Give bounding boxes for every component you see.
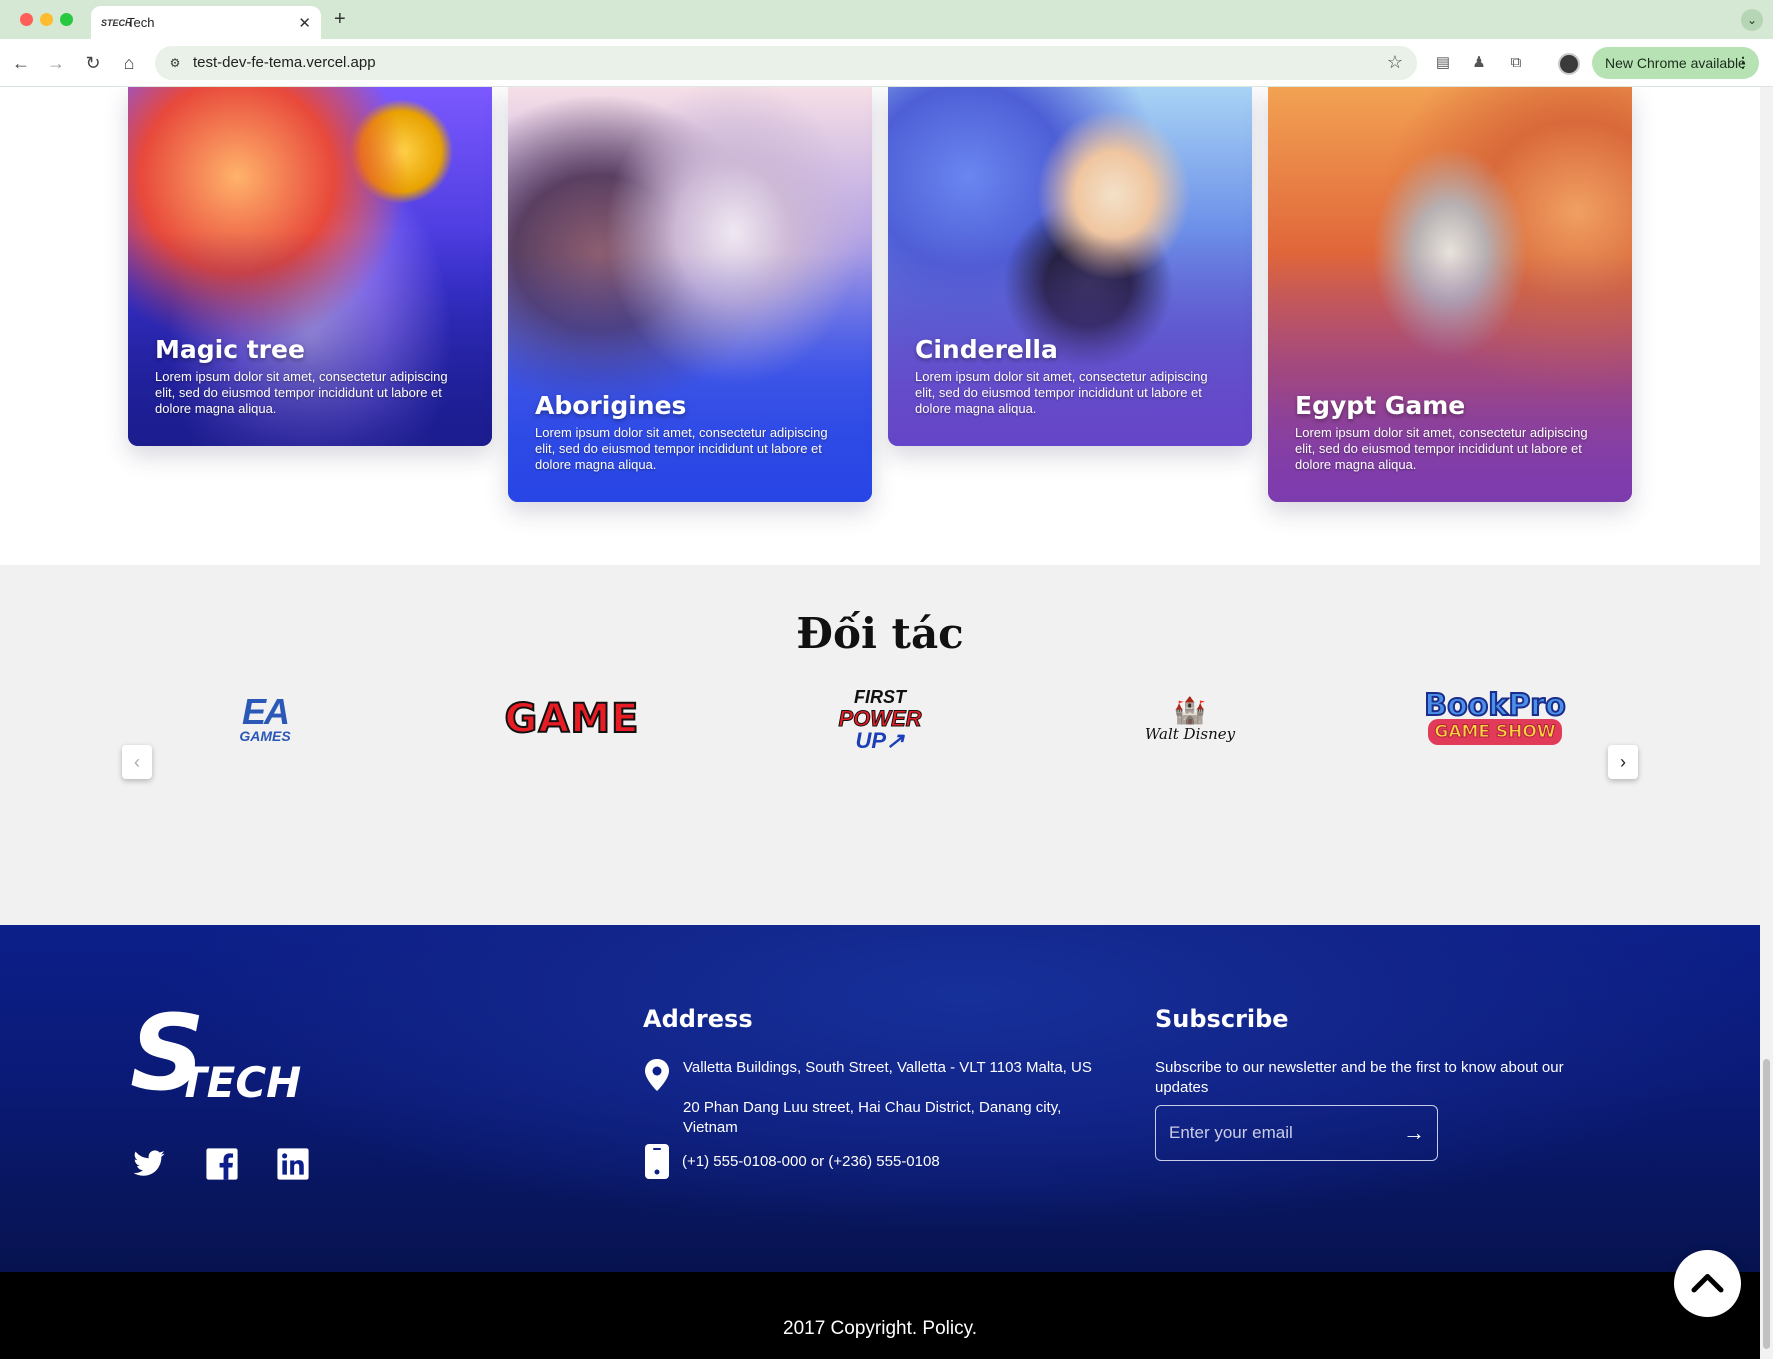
close-window-button[interactable] <box>20 13 33 26</box>
bookmark-star-icon[interactable]: ☆ <box>1387 52 1403 73</box>
browser-toolbar: ← → ↻ ⌂ ⚙ test-dev-fe-tema.vercel.app ☆ … <box>0 39 1773 87</box>
new-tab-button[interactable]: + <box>334 8 346 31</box>
address-heading: Address <box>643 1005 753 1033</box>
chrome-update-button[interactable]: New Chrome available ⋮ <box>1592 47 1759 79</box>
maximize-window-button[interactable] <box>60 13 73 26</box>
logo-text: GAMES <box>239 728 291 744</box>
game-card-title: Cinderella <box>915 335 1058 364</box>
phone-icon <box>645 1144 669 1179</box>
game-logo[interactable]: GAME <box>482 679 662 759</box>
location-pin-icon <box>645 1059 669 1091</box>
games-section: Magic tree Lorem ipsum dolor sit amet, c… <box>0 87 1760 565</box>
first-power-up-logo[interactable]: FIRST POWER UP↗ <box>830 679 930 759</box>
tab-title: Tech <box>127 15 155 30</box>
extension-figure-icon[interactable]: ♟ <box>1468 52 1490 74</box>
game-card[interactable]: Cinderella Lorem ipsum dolor sit amet, c… <box>888 87 1252 446</box>
tab-favicon-icon: STECH <box>101 17 132 28</box>
twitter-icon[interactable] <box>132 1147 166 1181</box>
extension-icon[interactable]: ▤ <box>1432 52 1454 74</box>
address-line-1: Valletta Buildings, South Street, Vallet… <box>683 1059 1092 1076</box>
copyright-bar <box>0 1272 1760 1359</box>
logo-text: FIRST <box>854 687 906 707</box>
game-card[interactable]: Aborigines Lorem ipsum dolor sit amet, c… <box>508 87 872 502</box>
subscribe-description: Subscribe to our newsletter and be the f… <box>1155 1059 1564 1096</box>
scroll-to-top-button[interactable] <box>1674 1250 1741 1317</box>
reload-icon[interactable]: ↻ <box>81 51 105 75</box>
page-viewport: Magic tree Lorem ipsum dolor sit amet, c… <box>0 87 1773 1359</box>
logo-text: EA <box>241 691 290 732</box>
game-card-title: Aborigines <box>535 391 687 420</box>
partners-section: Đối tác EA GAMES GAME FIRST POWER UP↗ 🏰 … <box>0 565 1760 925</box>
chrome-update-label: New Chrome available <box>1605 55 1746 71</box>
address-bar[interactable]: ⚙ test-dev-fe-tema.vercel.app ☆ <box>155 46 1417 80</box>
game-card-title: Magic tree <box>155 335 305 364</box>
logo-text: GAME <box>504 695 640 743</box>
back-arrow-icon[interactable]: ← <box>9 51 33 75</box>
tab-search-chevron-icon[interactable]: ⌄ <box>1741 9 1763 31</box>
walt-disney-logo[interactable]: 🏰 Walt Disney <box>1135 679 1245 759</box>
url-text[interactable]: test-dev-fe-tema.vercel.app <box>193 54 376 71</box>
site-footer: S TECH Address Valletta Buildings, South… <box>0 925 1760 1272</box>
more-menu-icon[interactable]: ⋮ <box>1736 54 1750 71</box>
logo-text: BookPro <box>1423 688 1566 723</box>
linkedin-icon[interactable] <box>276 1147 310 1181</box>
logo-wordmark: TECH <box>178 1058 302 1107</box>
profile-avatar[interactable] <box>1558 53 1580 75</box>
game-card-description: Lorem ipsum dolor sit amet, consectetur … <box>535 425 828 472</box>
minimize-window-button[interactable] <box>40 13 53 26</box>
browser-tab[interactable]: STECH Tech ✕ <box>91 6 321 39</box>
email-input[interactable] <box>1156 1106 1396 1160</box>
subscribe-form: → <box>1155 1105 1438 1161</box>
logo-text: POWER <box>838 706 922 731</box>
scrollbar-thumb[interactable] <box>1763 1059 1770 1349</box>
castle-icon: 🏰 <box>1173 695 1207 725</box>
extensions-puzzle-icon[interactable]: ⧉ <box>1505 52 1527 74</box>
submit-arrow-icon[interactable]: → <box>1403 1120 1425 1146</box>
bookpro-game-show-logo[interactable]: BookPro GAME SHOW <box>1420 679 1570 759</box>
game-card-title: Egypt Game <box>1295 391 1466 420</box>
game-card-description: Lorem ipsum dolor sit amet, consectetur … <box>155 369 448 416</box>
carousel-next-button[interactable]: › <box>1608 745 1638 779</box>
phone-number[interactable]: (+1) 555-0108-000 or (+236) 555-0108 <box>682 1153 940 1170</box>
logo-text: Walt Disney <box>1144 725 1236 743</box>
tab-close-icon[interactable]: ✕ <box>298 14 311 32</box>
chevron-right-icon: › <box>1620 752 1626 772</box>
forward-arrow-icon[interactable]: → <box>44 51 68 75</box>
logo-text: UP↗ <box>855 728 905 753</box>
chevron-up-icon <box>1691 1274 1724 1293</box>
carousel-prev-button[interactable]: ‹ <box>122 745 152 779</box>
browser-tab-bar: STECH Tech ✕ + ⌄ <box>0 0 1773 39</box>
game-card-description: Lorem ipsum dolor sit amet, consectetur … <box>915 369 1208 416</box>
site-settings-icon[interactable]: ⚙ <box>167 55 183 71</box>
home-icon[interactable]: ⌂ <box>117 51 141 75</box>
subscribe-heading: Subscribe <box>1155 1005 1289 1033</box>
ea-games-logo[interactable]: EA GAMES <box>220 679 310 759</box>
facebook-icon[interactable] <box>205 1147 239 1181</box>
game-card[interactable]: Magic tree Lorem ipsum dolor sit amet, c… <box>128 87 492 446</box>
copyright-text[interactable]: 2017 Copyright. Policy. <box>0 1318 1760 1340</box>
logo-text: GAME SHOW <box>1428 719 1562 745</box>
address-line-2: 20 Phan Dang Luu street, Hai Chau Distri… <box>683 1099 1062 1136</box>
page-scrollbar[interactable] <box>1760 87 1773 1359</box>
partners-title: Đối tác <box>796 609 964 658</box>
chevron-left-icon: ‹ <box>134 752 140 772</box>
game-card[interactable]: Egypt Game Lorem ipsum dolor sit amet, c… <box>1268 87 1632 502</box>
game-card-description: Lorem ipsum dolor sit amet, consectetur … <box>1295 425 1588 472</box>
stech-logo[interactable]: S TECH <box>130 1001 302 1107</box>
